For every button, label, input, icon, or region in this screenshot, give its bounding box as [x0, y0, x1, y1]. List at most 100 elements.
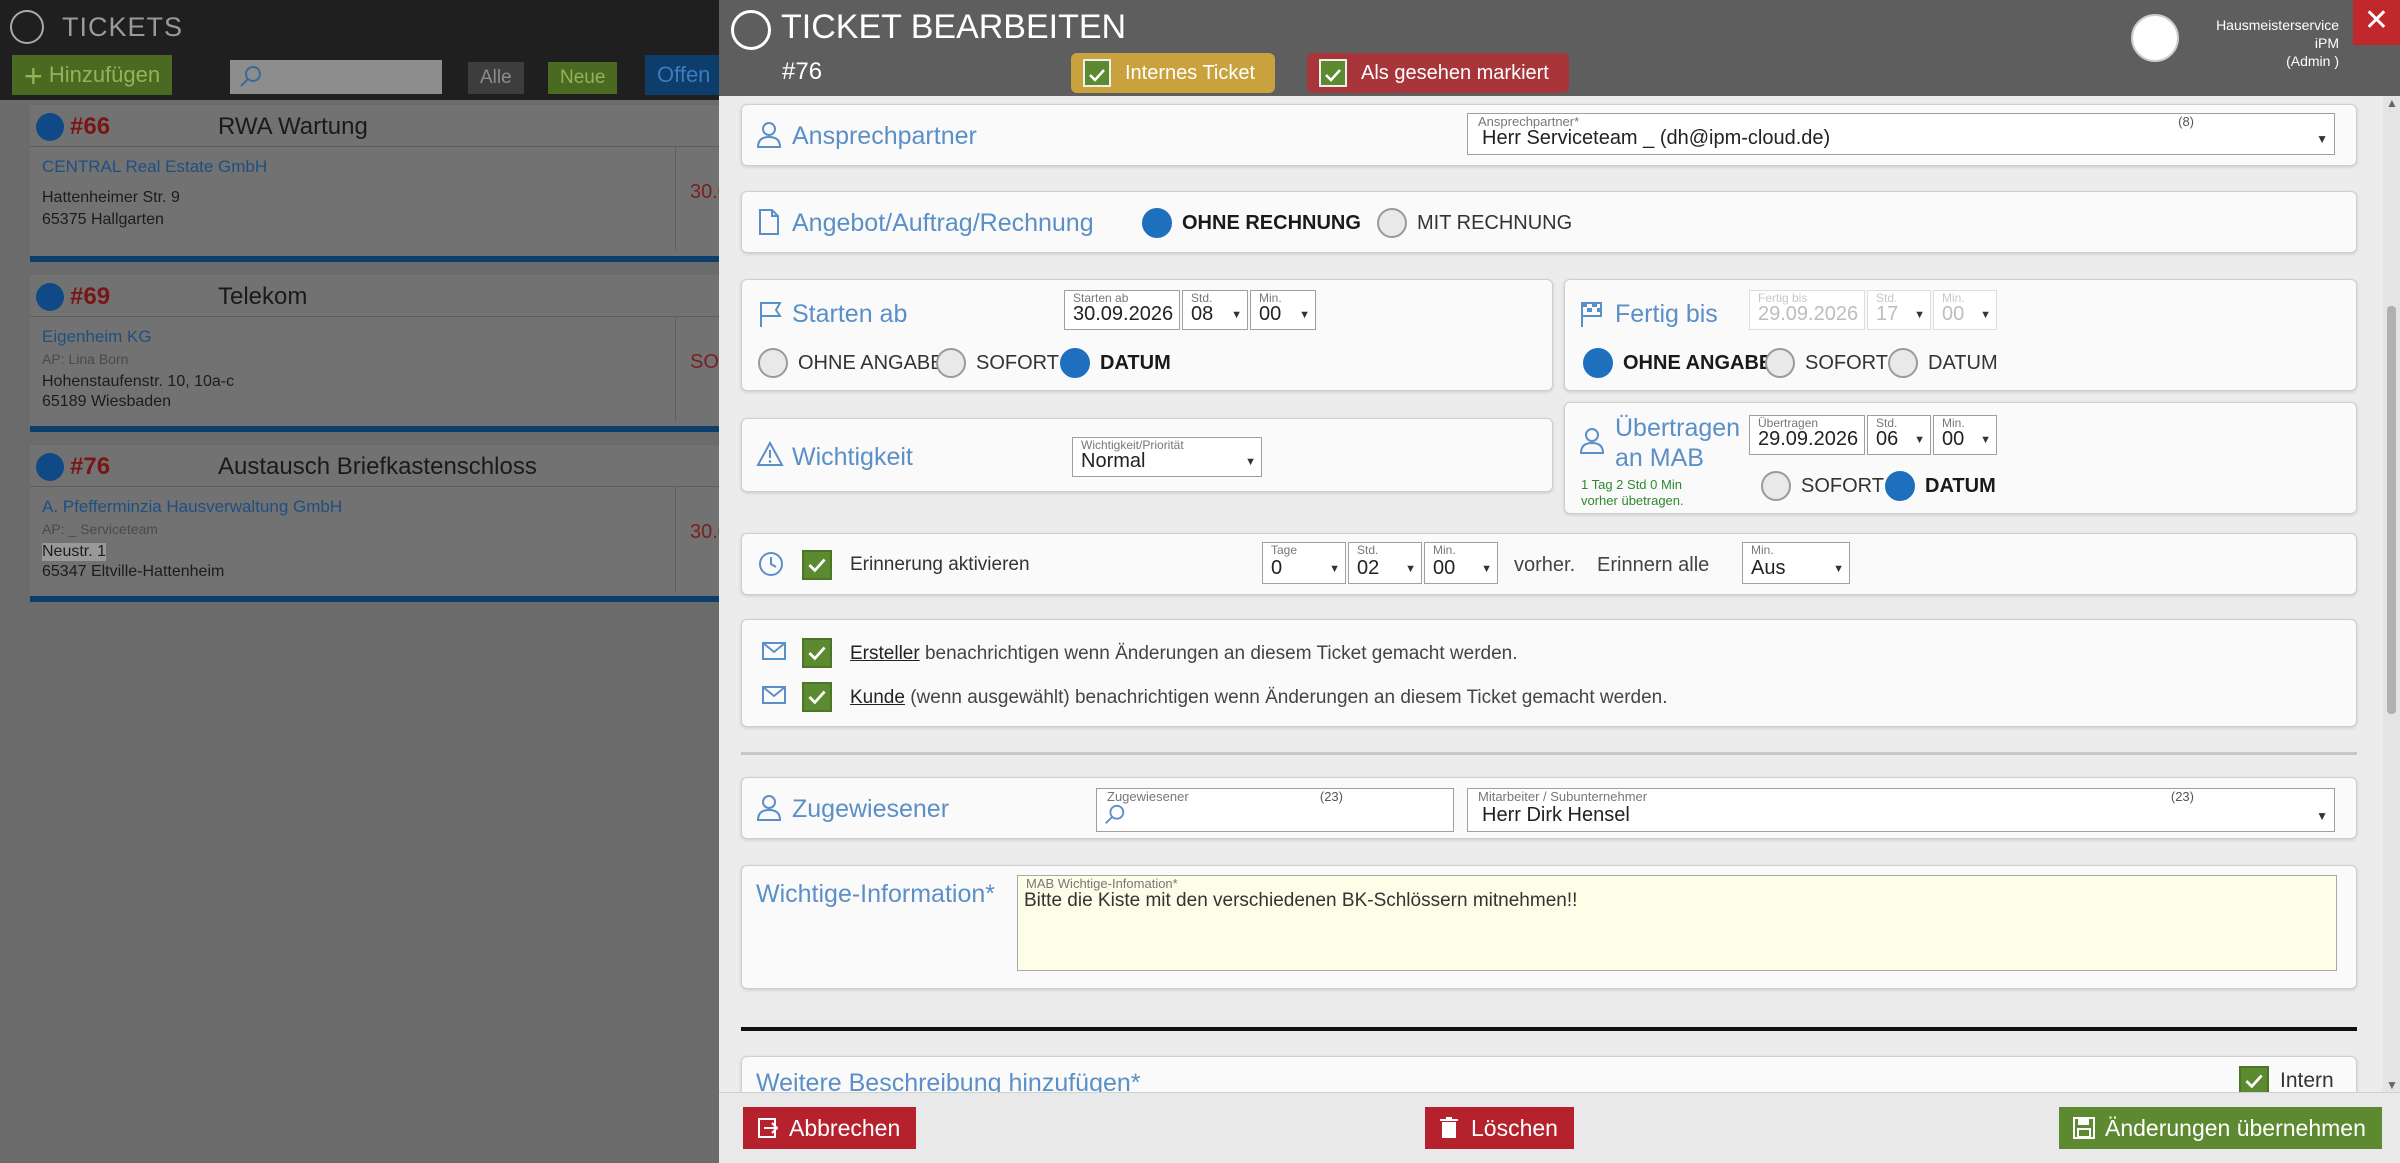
user-avatar[interactable] — [2131, 14, 2179, 62]
ticket-company[interactable]: CENTRAL Real Estate GmbH — [42, 157, 267, 177]
assignee-panel: Zugewiesener Zugewiesener (23) Mitarbeit… — [741, 777, 2357, 839]
ticket-company[interactable]: Eigenheim KG — [42, 327, 152, 347]
ticket-subject: Telekom — [218, 283, 308, 310]
add-ticket-button[interactable]: + Hinzufügen — [12, 55, 173, 95]
transfer-label: Übertragen an MAB — [1615, 414, 1741, 472]
finish-date-input[interactable]: Fertig bis 29.09.2026 — [1749, 290, 1865, 330]
start-radio-immediately[interactable] — [936, 348, 966, 378]
finish-minute-select[interactable]: Min. 00 ▼ — [1933, 290, 1997, 330]
finish-panel: Fertig bis Fertig bis 29.09.2026 Std. 17 ▼ … — [1564, 279, 2357, 391]
chevron-down-icon: ▼ — [1914, 434, 1925, 446]
chevron-down-icon: ▼ — [2316, 809, 2328, 823]
person-icon — [756, 795, 782, 821]
app-logo-icon — [731, 10, 771, 50]
floppy-disk-icon — [2073, 1117, 2095, 1139]
assignee-search-input[interactable]: Zugewiesener (23) — [1096, 788, 1454, 832]
assignee-select[interactable]: Mitarbeiter / Subunternehmer (23) Herr D… — [1467, 788, 2335, 832]
filter-open-button[interactable]: Offen — [645, 55, 719, 95]
reminder-minutes-select[interactable]: Min. 00 ▼ — [1424, 542, 1498, 584]
start-radio-none[interactable] — [758, 348, 788, 378]
scroll-down-icon[interactable]: ▼ — [2386, 1078, 2398, 1092]
reminder-before-text: vorher. — [1514, 554, 1576, 576]
filter-all-button[interactable]: Alle — [468, 62, 524, 94]
finish-radio-date[interactable] — [1888, 348, 1918, 378]
contact-panel: Ansprechpartner Ansprechpartner* (8) Her… — [741, 104, 2357, 166]
ticket-city: 65189 Wiesbaden — [42, 393, 171, 410]
cancel-button[interactable]: Abbrechen — [743, 1107, 917, 1149]
ticket-card-76[interactable]: #76 Austausch Briefkastenschloss A. Pfef… — [30, 445, 729, 602]
reminder-checkbox[interactable] — [802, 550, 832, 580]
checkmark-icon — [808, 690, 826, 705]
reminder-hours-select[interactable]: Std. 02 ▼ — [1348, 542, 1422, 584]
scroll-thumb[interactable] — [2387, 306, 2396, 714]
section-divider — [741, 1027, 2357, 1031]
chevron-down-icon: ▼ — [1833, 563, 1844, 575]
delete-button[interactable]: Löschen — [1425, 1107, 1574, 1149]
transfer-minute-select[interactable]: Min. 00 ▼ — [1933, 415, 1997, 455]
ticket-city: 65375 Hallgarten — [42, 211, 164, 228]
marked-seen-toggle[interactable]: Als gesehen markiert — [1307, 53, 1569, 93]
transfer-radio-date[interactable] — [1885, 471, 1915, 501]
start-minute-select[interactable]: Min. 00 ▼ — [1250, 290, 1316, 330]
chevron-down-icon: ▼ — [2316, 132, 2328, 146]
priority-panel: Wichtigkeit Wichtigkeit/Priorität Normal ▼ — [741, 418, 1553, 492]
status-dot — [36, 453, 64, 481]
reminder-repeat-select[interactable]: Min. Aus ▼ — [1742, 542, 1850, 584]
trash-icon — [1440, 1117, 1458, 1138]
tickets-title: TICKETS — [62, 12, 184, 42]
close-modal-button[interactable]: ✕ — [2353, 0, 2400, 45]
radio-ohne-rechnung-label: OHNE RECHNUNG — [1182, 212, 1361, 234]
transfer-hour-select[interactable]: Std. 06 ▼ — [1867, 415, 1931, 455]
modal-scrollbar[interactable]: ▲ ▼ — [2383, 96, 2400, 1092]
edit-ticket-modal: TICKET BEARBEITEN #76 Internes Ticket Al… — [719, 0, 2400, 1163]
ticket-number: #66 — [70, 113, 111, 140]
finish-radio-none[interactable] — [1583, 348, 1613, 378]
app-logo-icon — [10, 10, 44, 44]
filter-new-button[interactable]: Neue — [548, 62, 618, 94]
important-info-panel: Wichtige-Information* MAB Wichtige-Infom… — [741, 865, 2357, 989]
tickets-list-background: TICKETS + Hinzufügen Alle Neue Offen #66… — [0, 0, 731, 1163]
radio-ohne-rechnung[interactable] — [1142, 208, 1172, 238]
ticket-contact: AP: _ Serviceteam — [42, 521, 158, 537]
important-info-textarea[interactable]: MAB Wichtige-Infomation* Bitte die Kiste… — [1017, 875, 2337, 971]
transfer-date-input[interactable]: Übertragen 29.09.2026 — [1749, 415, 1865, 455]
ticket-street: Neustr. 1 — [42, 543, 107, 561]
user-info: Hausmeisterservice iPM (Admin ) — [2216, 17, 2339, 69]
reminder-days-select[interactable]: Tage 0 ▼ — [1262, 542, 1346, 584]
search-icon — [240, 66, 261, 87]
intern-label: Intern — [2280, 1069, 2334, 1092]
transfer-radio-immediately[interactable] — [1761, 471, 1791, 501]
priority-select[interactable]: Wichtigkeit/Priorität Normal ▼ — [1072, 437, 1262, 477]
mail-icon — [762, 642, 786, 660]
internal-ticket-toggle[interactable]: Internes Ticket — [1071, 53, 1276, 93]
ticket-card-66[interactable]: #66 RWA Wartung CENTRAL Real Estate GmbH… — [30, 105, 729, 262]
save-changes-button[interactable]: Änderungen übernehmen — [2059, 1107, 2382, 1149]
plus-icon: + — [24, 58, 43, 95]
ticket-city: 65347 Eltville-Hattenheim — [42, 563, 225, 580]
checkmark-icon — [808, 558, 826, 573]
ticket-number: #76 — [70, 453, 111, 480]
scroll-up-icon[interactable]: ▲ — [2386, 96, 2398, 110]
finish-radio-immediately[interactable] — [1765, 348, 1795, 378]
finish-hour-select[interactable]: Std. 17 ▼ — [1867, 290, 1931, 330]
exit-icon — [758, 1118, 779, 1138]
checkbox-checked-icon — [1319, 59, 1347, 87]
contact-select[interactable]: Ansprechpartner* (8) Herr Serviceteam _ … — [1467, 113, 2335, 155]
ticket-card-69[interactable]: #69 Telekom Eigenheim KG AP: Lina Born H… — [30, 275, 731, 432]
ticket-company[interactable]: A. Pfefferminzia Hausverwaltung GmbH — [42, 497, 342, 517]
chevron-down-icon: ▼ — [1329, 563, 1340, 575]
radio-mit-rechnung[interactable] — [1377, 208, 1407, 238]
flag-icon — [760, 302, 782, 327]
start-radio-date[interactable] — [1060, 348, 1090, 378]
start-date-input[interactable]: Starten ab 30.09.2026 — [1064, 290, 1180, 330]
transfer-note: 1 Tag 2 Std 0 Min vorher übetragen. — [1581, 477, 1684, 508]
status-dot — [36, 283, 64, 311]
tickets-search-input[interactable] — [230, 60, 442, 94]
notify-creator-checkbox[interactable] — [802, 638, 832, 668]
offer-panel: Angebot/Auftrag/Rechnung OHNE RECHNUNG M… — [741, 191, 2357, 253]
offer-label: Angebot/Auftrag/Rechnung — [792, 209, 1094, 237]
chevron-down-icon: ▼ — [1980, 309, 1991, 321]
section-divider — [741, 752, 2357, 755]
notify-customer-checkbox[interactable] — [802, 682, 832, 712]
start-hour-select[interactable]: Std. 08 ▼ — [1182, 290, 1248, 330]
